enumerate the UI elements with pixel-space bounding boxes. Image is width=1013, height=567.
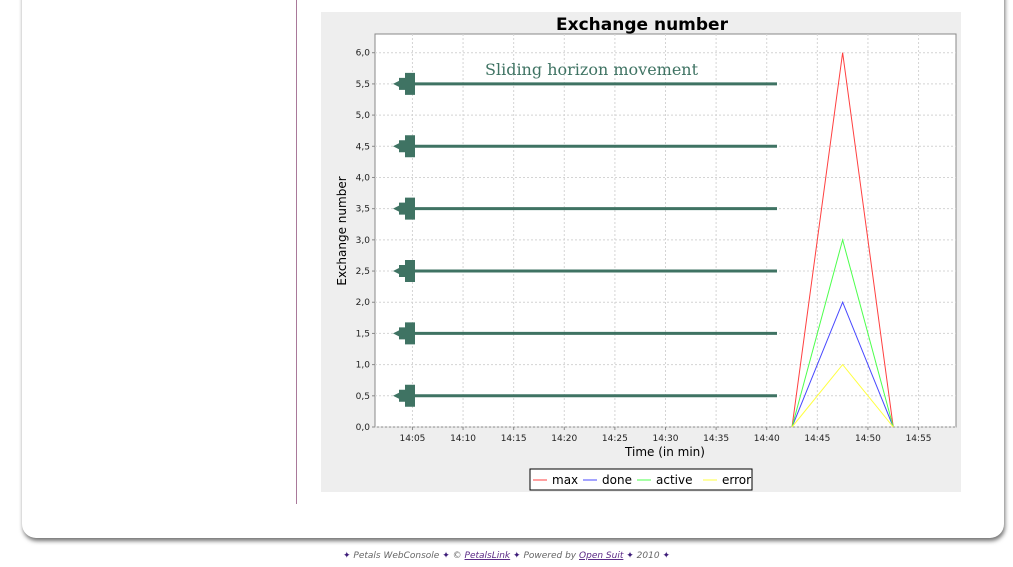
y-tick-label: 5,5	[356, 80, 370, 90]
x-tick-label: 14:25	[602, 434, 628, 444]
sidebar-divider	[296, 0, 297, 504]
footer-year: 2010	[636, 551, 660, 561]
footer-copyright: ©	[452, 551, 462, 561]
y-axis-ticks: 0,0 0,5 1,0 1,5 2,0 2,5 3,0 3,5 4,0 4,5 5,0 5,5 6,0	[356, 49, 375, 433]
chart-svg: 0,00,51,01,52,02,53,03,54,04,55,05,56,0 …	[335, 15, 957, 491]
x-tick-label: 14:40	[754, 434, 780, 444]
y-tick-label: 4,5	[356, 142, 370, 152]
y-tick-label: 0,5	[356, 392, 370, 402]
y-tick-label: 5,0	[356, 111, 371, 121]
x-tick-label: 14:45	[804, 434, 830, 444]
y-tick-label: 6,0	[356, 49, 371, 59]
x-tick-label: 14:10	[450, 434, 476, 444]
y-tick-label: 4,0	[356, 173, 371, 183]
footer-powered-by: Powered by	[523, 551, 577, 561]
x-tick-label: 14:50	[855, 434, 881, 444]
legend-label: max	[552, 473, 578, 487]
footer-bullet-4: ✦	[626, 551, 634, 561]
y-tick-label: 3,0	[356, 236, 371, 246]
y-tick-label: 1,0	[356, 361, 371, 371]
legend-label: done	[602, 473, 632, 487]
x-axis-label: Time (in min)	[624, 445, 705, 459]
footer-bullet-5: ✦	[662, 551, 670, 561]
footer-bullet-2: ✦	[442, 551, 450, 561]
footer-bullet-3: ✦	[513, 551, 521, 561]
legend-label: active	[656, 473, 692, 487]
y-tick-label: 0,0	[356, 423, 371, 433]
footer: ✦ Petals WebConsole ✦ © PetalsLink ✦ Pow…	[0, 551, 1013, 561]
y-tick-label: 2,0	[356, 298, 371, 308]
y-tick-label: 2,5	[356, 267, 370, 277]
x-axis-ticks: 14:05 14:10 14:15 14:20 14:25 14:30 14:35 14:40…	[399, 427, 932, 444]
opensuit-link[interactable]: Open Suit	[579, 551, 623, 561]
chart-title: Exchange number	[556, 15, 729, 35]
annotation-text: Sliding horizon movement	[485, 60, 699, 79]
x-tick-label: 14:20	[551, 434, 577, 444]
y-axis-label: Exchange number	[335, 176, 349, 285]
footer-bullet-1: ✦	[342, 551, 351, 561]
y-tick-label: 1,5	[356, 329, 370, 339]
legend-label: error	[722, 473, 751, 487]
footer-console: Petals WebConsole	[353, 551, 440, 561]
x-tick-label: 14:15	[501, 434, 527, 444]
x-tick-label: 14:05	[399, 434, 425, 444]
x-tick-label: 14:55	[906, 434, 932, 444]
petalslink-link[interactable]: PetalsLink	[465, 551, 511, 561]
x-tick-label: 14:30	[653, 434, 679, 444]
exchange-chart: 0,0 0,5 1,0 1,5 2,0 2,5 3,0 3,5 4,0 4,5 5,0 5,5 6,0 …	[321, 12, 961, 492]
y-tick-label: 3,5	[356, 205, 370, 215]
x-tick-label: 14:35	[703, 434, 729, 444]
